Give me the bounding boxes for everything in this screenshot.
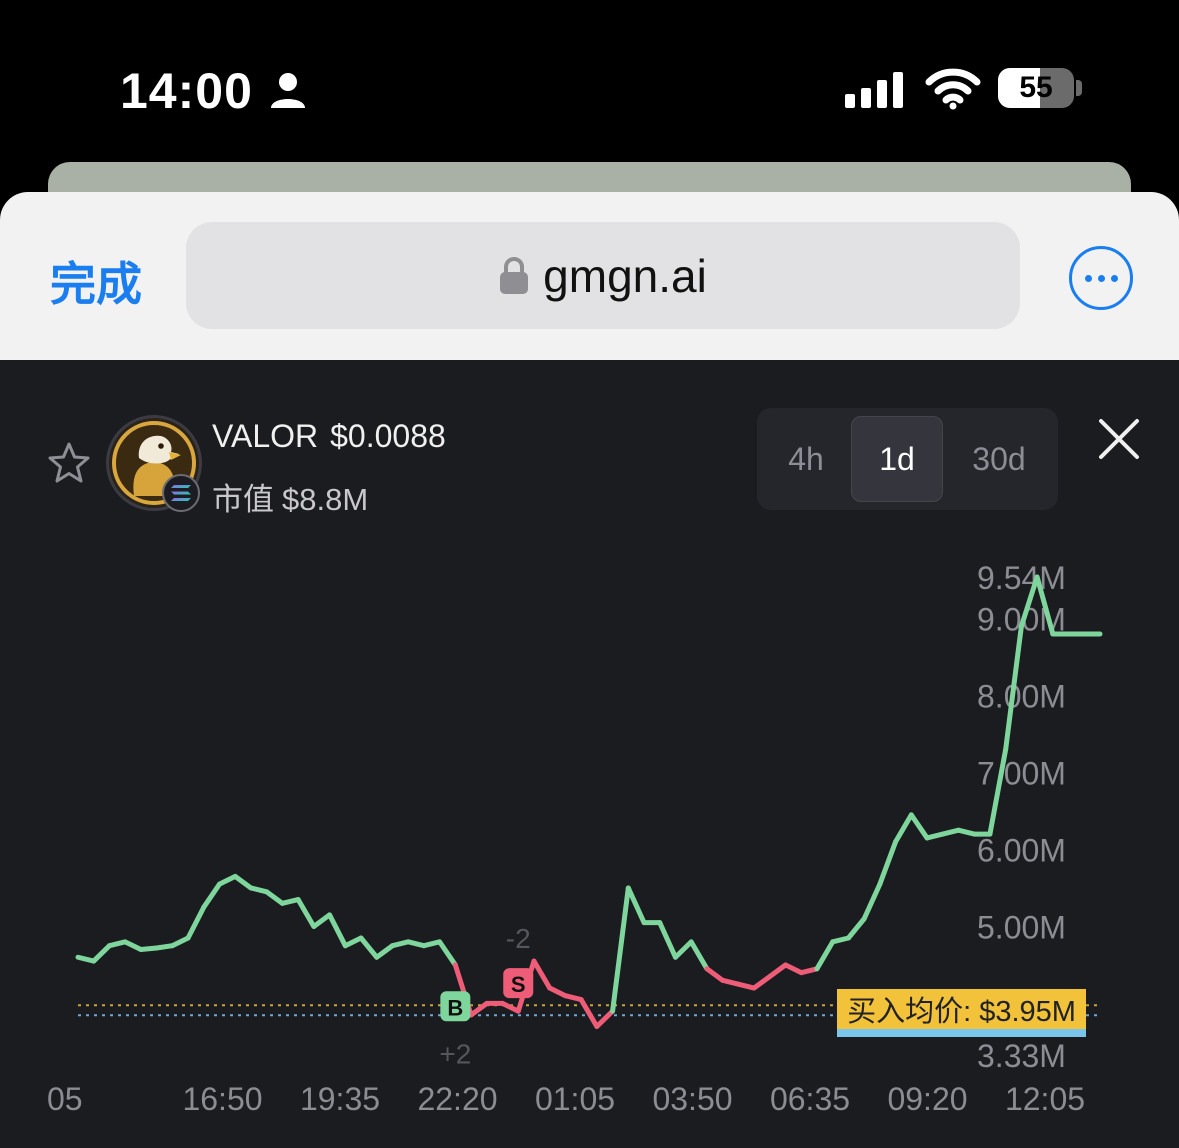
series-segment	[437, 939, 458, 968]
series-segment	[295, 897, 317, 929]
market-cap: 市值 $8.8M	[212, 474, 376, 519]
series-segment	[751, 973, 773, 991]
solana-icon	[162, 474, 200, 512]
address-bar[interactable]: gmgn.ai	[186, 222, 1020, 329]
series-segment	[358, 935, 380, 960]
browser-toolbar: 完成 gmgn.ai	[0, 192, 1179, 360]
series-segment	[201, 881, 223, 910]
x-tick-label: 16:50	[182, 1081, 262, 1117]
series-segment	[688, 939, 710, 972]
series-segment	[893, 812, 914, 845]
series-segment	[342, 935, 364, 949]
more-options-button[interactable]	[1069, 246, 1133, 310]
series-segment	[500, 1000, 521, 1014]
status-bar: 14:00 55	[0, 0, 1179, 160]
series-segment	[547, 985, 568, 999]
series-segment	[217, 873, 238, 887]
series-segment	[169, 935, 191, 949]
series-segment	[657, 920, 678, 960]
x-tick-label: 03:50	[652, 1081, 732, 1117]
price-line-tag	[837, 1029, 1086, 1037]
wifi-icon	[925, 68, 981, 110]
series-segment	[814, 939, 836, 972]
timeframe-30d[interactable]: 30d	[949, 416, 1049, 502]
token-header: VALOR $0.0088	[212, 418, 458, 455]
series-segment	[531, 958, 553, 991]
dot	[1084, 274, 1092, 282]
y-tick-label: 9.54M	[977, 560, 1066, 596]
x-tick-label: 01:05	[535, 1081, 615, 1117]
dot	[1110, 274, 1118, 282]
status-time: 14:00	[120, 63, 253, 119]
timeframe-1d[interactable]: 1d	[851, 416, 943, 502]
series-segment	[610, 885, 631, 1014]
marker-note: -2	[506, 923, 531, 954]
avg-buy-price-tag: 买入均价: $3.95M	[837, 989, 1086, 1029]
series-segment	[594, 1008, 616, 1030]
series-segment	[578, 997, 600, 1030]
market-cap-chart: 9.54M9.00M8.00M7.00M6.00M5.00M3.33M 0516…	[47, 560, 1103, 1117]
series-segment	[122, 939, 144, 953]
market-cap-value: $8.8M	[282, 482, 369, 517]
series-segment	[861, 881, 883, 922]
person-icon	[271, 73, 305, 108]
dot	[1097, 274, 1105, 282]
series-segment	[672, 939, 694, 960]
battery-icon: 55	[998, 68, 1074, 108]
done-button[interactable]: 完成	[50, 248, 142, 314]
cellular-signal-icon	[845, 72, 903, 108]
marker-label: S	[511, 972, 526, 997]
series-segment	[783, 962, 804, 976]
series-segment	[232, 873, 254, 891]
y-tick-label: 8.00M	[977, 679, 1066, 715]
lock-icon	[500, 256, 529, 294]
y-tick-label: 5.00M	[977, 909, 1066, 945]
x-tick-label: 12:05	[1005, 1081, 1085, 1117]
series-segment	[877, 839, 899, 887]
marker-label: B	[447, 995, 463, 1020]
series-segment	[908, 812, 930, 841]
token-price: $0.0088	[330, 418, 446, 454]
url-text: gmgn.ai	[543, 249, 707, 302]
series-segment	[845, 916, 867, 941]
battery-level: 55	[1019, 71, 1053, 104]
series-segment	[311, 912, 333, 929]
series-segment	[625, 885, 647, 926]
timeframe-4h[interactable]: 4h	[765, 416, 847, 502]
favorite-star-icon[interactable]	[46, 440, 92, 486]
series-segment	[264, 889, 285, 906]
battery-tip	[1076, 80, 1082, 96]
series-segment	[704, 966, 726, 983]
x-tick-label: 09:20	[887, 1081, 967, 1117]
series-segment	[327, 912, 348, 949]
x-tick-label: 05	[47, 1081, 83, 1117]
x-tick-label: 19:35	[300, 1081, 380, 1117]
marker-note: +2	[439, 1038, 471, 1069]
x-tick-label: 06:35	[770, 1081, 850, 1117]
y-tick-label: 3.33M	[977, 1038, 1066, 1074]
x-tick-label: 22:20	[417, 1081, 497, 1117]
token-symbol: VALOR	[212, 418, 319, 454]
timeframe-selector: 4h 1d 30d	[757, 408, 1058, 510]
close-icon[interactable]	[1098, 418, 1140, 460]
series-segment	[374, 943, 395, 960]
y-tick-label: 6.00M	[977, 832, 1066, 868]
market-cap-label: 市值	[212, 482, 274, 517]
series-segment	[185, 904, 207, 941]
series-segment	[91, 943, 112, 964]
y-tick-label: 7.00M	[977, 756, 1066, 792]
series-segment	[767, 962, 789, 979]
